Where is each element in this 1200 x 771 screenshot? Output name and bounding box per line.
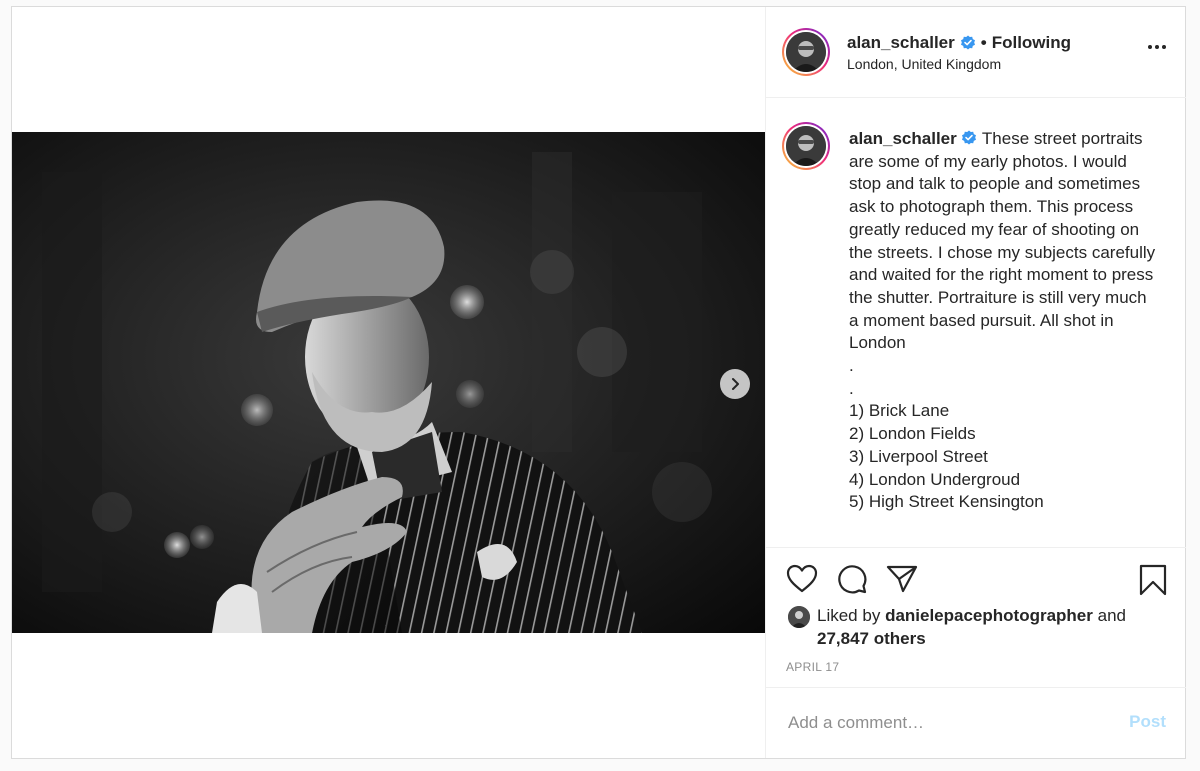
avatar-photo-icon bbox=[786, 126, 826, 166]
comment-form: Post bbox=[766, 687, 1186, 758]
profile-avatar[interactable] bbox=[782, 28, 830, 76]
post-header: alan_schaller • Following London, United… bbox=[766, 7, 1186, 98]
liked-by-and: and bbox=[1097, 606, 1126, 625]
comment-input[interactable] bbox=[786, 710, 1110, 736]
post-comment-button[interactable]: Post bbox=[1129, 712, 1166, 732]
caption-section: alan_schaller These street portraits are… bbox=[766, 98, 1186, 546]
comment-icon[interactable] bbox=[836, 564, 868, 594]
following-button[interactable]: Following bbox=[992, 33, 1071, 53]
verified-badge-icon bbox=[962, 130, 977, 145]
more-options-icon[interactable] bbox=[1148, 45, 1166, 49]
avatar-photo-icon bbox=[786, 32, 826, 72]
post-date[interactable]: APRIL 17 bbox=[786, 660, 839, 674]
liked-by-avatar[interactable] bbox=[788, 606, 810, 628]
paper-plane-icon[interactable] bbox=[886, 564, 918, 594]
header-user-line: alan_schaller • Following bbox=[847, 33, 1071, 53]
post-media bbox=[12, 7, 765, 758]
separator-dot: • bbox=[980, 33, 987, 52]
bookmark-icon[interactable] bbox=[1138, 564, 1168, 596]
post-photo[interactable] bbox=[12, 132, 765, 633]
others-likes-link[interactable]: 27,847 others bbox=[817, 629, 926, 648]
caption-text: These street portraits are some of my ea… bbox=[849, 129, 1156, 512]
caption-avatar[interactable] bbox=[782, 122, 830, 170]
liker-avatar-icon bbox=[788, 606, 810, 628]
liked-by-prefix: Liked by bbox=[817, 606, 881, 625]
username-link[interactable]: alan_schaller bbox=[847, 33, 955, 53]
heart-icon[interactable] bbox=[786, 564, 818, 594]
likes-summary: Liked by danielepacephotographer and 27,… bbox=[817, 604, 1177, 650]
caption-text-block: alan_schaller These street portraits are… bbox=[849, 128, 1159, 514]
liked-by-user-link[interactable]: danielepacephotographer bbox=[885, 606, 1093, 625]
chevron-right-icon bbox=[732, 378, 739, 390]
post-side-panel: alan_schaller • Following London, United… bbox=[765, 7, 1186, 758]
verified-badge-icon bbox=[960, 35, 975, 50]
location-link[interactable]: London, United Kingdom bbox=[847, 56, 1001, 72]
portrait-photo-image bbox=[12, 132, 765, 633]
post-actions-section: Liked by danielepacephotographer and 27,… bbox=[766, 547, 1186, 758]
caption-username-link[interactable]: alan_schaller bbox=[849, 129, 957, 148]
post-card: alan_schaller • Following London, United… bbox=[11, 6, 1186, 759]
next-photo-button[interactable] bbox=[720, 369, 750, 399]
